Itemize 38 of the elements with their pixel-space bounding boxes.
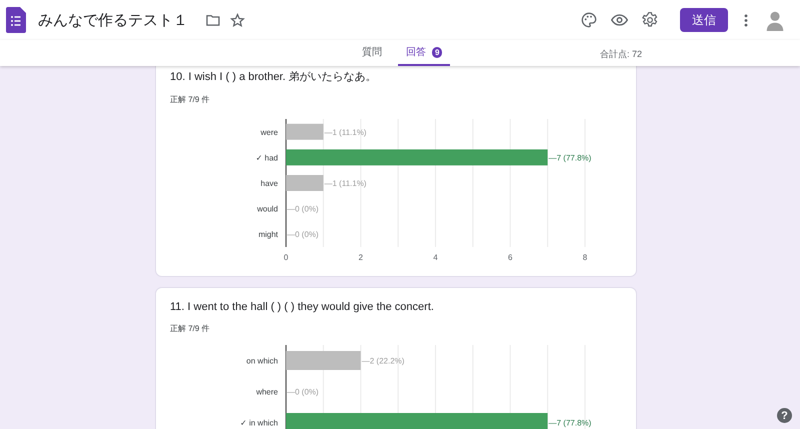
- axis-tick-label: 6: [508, 253, 512, 262]
- question-title: 10. I wish I ( ) a brother. 弟がいたらなあ。: [170, 70, 378, 84]
- option-label: would: [257, 204, 278, 214]
- value-label: —2 (22.2%): [362, 356, 404, 366]
- axis-tick-label: 4: [433, 253, 438, 262]
- value-label: —0 (0%): [287, 230, 319, 240]
- option-label: might: [258, 230, 278, 240]
- forms-logo-icon[interactable]: [6, 7, 26, 33]
- value-label: —0 (0%): [287, 204, 319, 214]
- form-title[interactable]: みんなで作るテスト１: [38, 10, 188, 30]
- total-points: 合計点: 72: [600, 48, 642, 61]
- axis-tick-label: 8: [582, 253, 588, 262]
- option-label: on which: [246, 356, 278, 366]
- eye-icon[interactable]: [611, 14, 628, 26]
- help-button[interactable]: ?: [777, 408, 792, 423]
- send-button[interactable]: 送信: [680, 8, 728, 32]
- palette-icon[interactable]: [581, 12, 597, 28]
- tab[interactable]: 質問: [354, 40, 390, 66]
- option-label: have: [260, 179, 278, 188]
- correct-count: 正解 7/9 件: [170, 94, 211, 105]
- option-label: where: [256, 388, 278, 396]
- settings-icon[interactable]: [642, 12, 658, 28]
- response-count-badge: 9: [432, 46, 442, 58]
- axis-tick-label: 2: [358, 253, 363, 262]
- option-label: were: [260, 128, 278, 137]
- more-options-icon[interactable]: [744, 14, 748, 26]
- axis-tick-label: 0: [284, 253, 288, 262]
- option-label: ✓ in which: [240, 418, 278, 428]
- value-label: —7 (77.8%): [548, 418, 592, 428]
- value-label: —7 (77.8%): [548, 153, 592, 162]
- star-icon[interactable]: [230, 12, 245, 28]
- value-label: —1 (11.1%): [324, 128, 366, 137]
- correct-count: 正解 7/9 件: [170, 323, 211, 334]
- folder-icon[interactable]: [206, 14, 220, 26]
- value-label: —1 (11.1%): [324, 179, 366, 188]
- option-label: ✓ had: [256, 153, 278, 162]
- question-title: 11. I went to the hall ( ) ( ) they would give the concert.: [170, 301, 435, 313]
- value-label: —0 (0%): [287, 388, 319, 396]
